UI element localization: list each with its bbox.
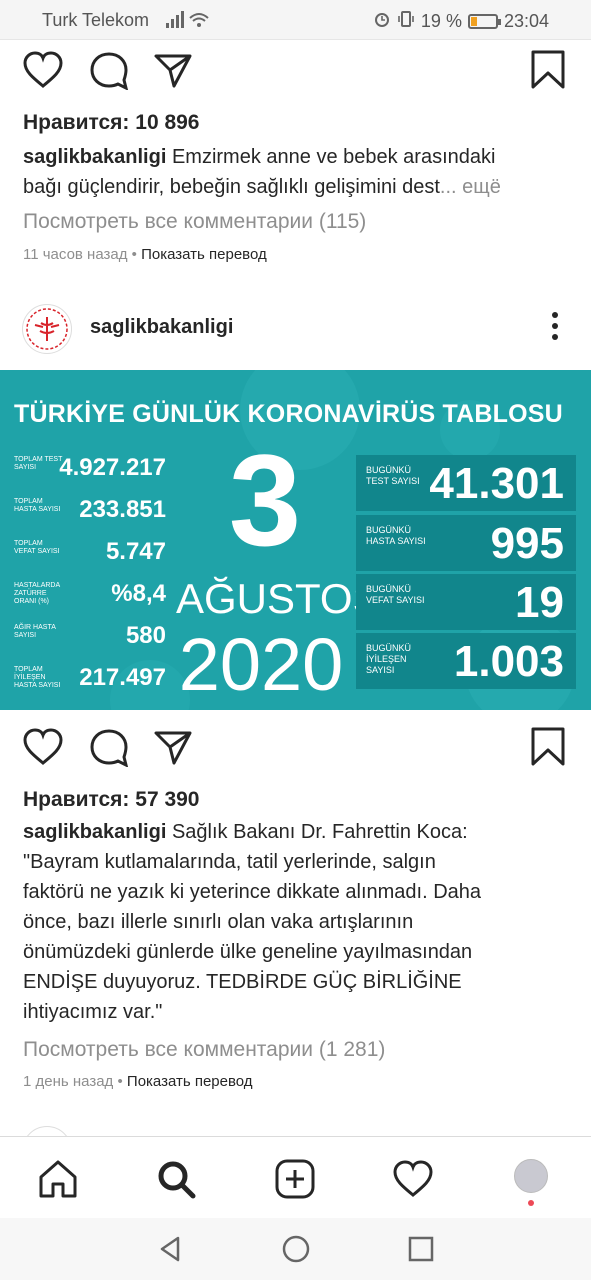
post1-time-ago: 11 часов назад <box>23 246 128 263</box>
recents-icon[interactable] <box>407 1234 435 1264</box>
post2-caption-username[interactable]: saglikbakanligi <box>23 821 166 843</box>
like-icon[interactable] <box>22 50 64 90</box>
daily-stat: BUGÜNKÜ HASTA SAYISI 995 <box>356 515 576 571</box>
stat-value: %8,4 <box>111 580 166 607</box>
post2-actions <box>22 727 570 771</box>
stat-value: 233.851 <box>79 496 166 523</box>
post2-avatar[interactable] <box>22 304 72 354</box>
stat-label: TOPLAM TEST SAYISI <box>14 456 63 471</box>
post2-time-ago: 1 день назад <box>23 1073 114 1090</box>
daily-value: 995 <box>490 519 564 568</box>
share-icon[interactable] <box>152 727 194 767</box>
board-year: 2020 <box>178 623 344 706</box>
bookmark-icon[interactable] <box>530 50 566 90</box>
daily-stat: BUGÜNKÜ İYİLEŞEN SAYISI 1.003 <box>356 633 576 689</box>
post1-translate-link[interactable]: Показать перевод <box>141 246 267 263</box>
notification-dot <box>528 1200 534 1206</box>
daily-stat: BUGÜNKÜ TEST SAYISI 41.301 <box>356 455 576 511</box>
stat-label: AĞIR HASTA SAYISI <box>14 624 56 639</box>
search-icon[interactable] <box>154 1157 198 1201</box>
stat-value: 217.497 <box>79 664 166 691</box>
daily-stat: BUGÜNKÜ VEFAT SAYISI 19 <box>356 574 576 630</box>
post1-caption-line2: bağı güçlendirir, bebeğin sağlıklı geliş… <box>23 176 440 198</box>
board-day: 3 <box>228 427 302 573</box>
caption-line: ihtiyacımız var." <box>23 1001 163 1023</box>
stat-value: 580 <box>125 622 166 649</box>
post1-meta: 11 часов назад • Показать перевод <box>23 246 267 263</box>
stat-label: HASTALARDA ZATÜRRE ORANI (%) <box>14 582 60 605</box>
comment-icon[interactable] <box>88 50 130 90</box>
post2-header: saglikbakanligi <box>0 296 591 356</box>
daily-label: BUGÜNKÜ HASTA SAYISI <box>366 525 426 546</box>
stat-label: TOPLAM VEFAT SAYISI <box>14 540 60 555</box>
carrier-name: Turk Telekom <box>42 10 150 30</box>
signal-icon <box>164 10 210 35</box>
stat-value: 5.747 <box>105 538 166 565</box>
post1-caption-line1: Emzirmek anne ve bebek arasındaki <box>171 146 496 168</box>
caption-line: "Bayram kutlamalarında, tatil yerlerinde… <box>23 851 436 873</box>
like-icon[interactable] <box>22 727 64 767</box>
post1-more-link[interactable]: ... ещё <box>440 176 501 198</box>
caption-line: önce, bazı illerle sınırlı olan vaka art… <box>23 911 414 933</box>
daily-value: 19 <box>515 578 564 627</box>
more-options-icon[interactable] <box>551 312 559 342</box>
ministry-logo-icon <box>26 308 68 350</box>
back-icon[interactable] <box>156 1234 184 1264</box>
battery-percent: 19 % <box>420 11 462 31</box>
daily-label: BUGÜNKÜ TEST SAYISI <box>366 465 420 486</box>
post2-image[interactable]: TÜRKİYE GÜNLÜK KORONAVİRÜS TABLOSU TOPLA… <box>0 370 591 710</box>
post2-likes[interactable]: Нравится: 57 390 <box>23 788 200 812</box>
comment-icon[interactable] <box>88 727 130 767</box>
caption-line: faktörü ne yazık ki yeterince dikkate al… <box>23 881 482 903</box>
post1-view-comments[interactable]: Посмотреть все комментарии (115) <box>23 210 366 234</box>
new-post-icon[interactable] <box>273 1157 317 1201</box>
post2-caption: saglikbakanligi Sağlık Bakanı Dr. Fahret… <box>23 817 571 1027</box>
caption-line: Sağlık Bakanı Dr. Fahrettin Koca: <box>171 821 468 843</box>
stat-label: TOPLAM İYİLEŞEN HASTA SAYISI <box>14 666 61 689</box>
caption-line: ENDİŞE duyuyoruz. TEDBİRDE GÜÇ BİRLİĞİNE <box>23 971 462 993</box>
stat-label: TOPLAM HASTA SAYISI <box>14 498 61 513</box>
post2-view-comments[interactable]: Посмотреть все комментарии (1 281) <box>23 1038 385 1062</box>
daily-label: BUGÜNKÜ VEFAT SAYISI <box>366 584 425 605</box>
home-circle-icon[interactable] <box>281 1234 311 1264</box>
post2-translate-link[interactable]: Показать перевод <box>127 1073 253 1090</box>
home-icon[interactable] <box>36 1157 80 1201</box>
bottom-tab-bar <box>0 1136 591 1218</box>
alarm-icon <box>373 10 391 33</box>
board-title: TÜRKİYE GÜNLÜK KORONAVİRÜS TABLOSU <box>14 400 563 428</box>
post2-username[interactable]: saglikbakanligi <box>90 316 233 339</box>
post2-meta: 1 день назад • Показать перевод <box>23 1073 253 1090</box>
clock: 23:04 <box>503 11 549 31</box>
daily-value: 1.003 <box>453 637 564 686</box>
board-month: AĞUSTOS <box>176 575 381 622</box>
activity-icon[interactable] <box>391 1157 435 1201</box>
status-bar: Turk Telekom 19 % 23:04 <box>0 0 591 40</box>
vibrate-icon <box>397 10 415 33</box>
share-icon[interactable] <box>152 50 194 90</box>
stat-value: 4.927.217 <box>59 454 166 481</box>
post1-caption: saglikbakanligi Emzirmek anne ve bebek a… <box>23 142 571 202</box>
battery-icon <box>467 14 501 29</box>
caption-line: önümüzdeki günlerde ülke geneline yayılm… <box>23 941 473 963</box>
system-nav-bar <box>0 1218 591 1280</box>
daily-value: 41.301 <box>429 459 564 508</box>
post1-actions <box>22 50 570 94</box>
post1-caption-username[interactable]: saglikbakanligi <box>23 146 166 168</box>
bookmark-icon[interactable] <box>530 727 566 767</box>
post1-likes[interactable]: Нравится: 10 896 <box>23 111 200 135</box>
profile-avatar[interactable] <box>514 1159 548 1193</box>
daily-label: BUGÜNKÜ İYİLEŞEN SAYISI <box>366 643 412 675</box>
